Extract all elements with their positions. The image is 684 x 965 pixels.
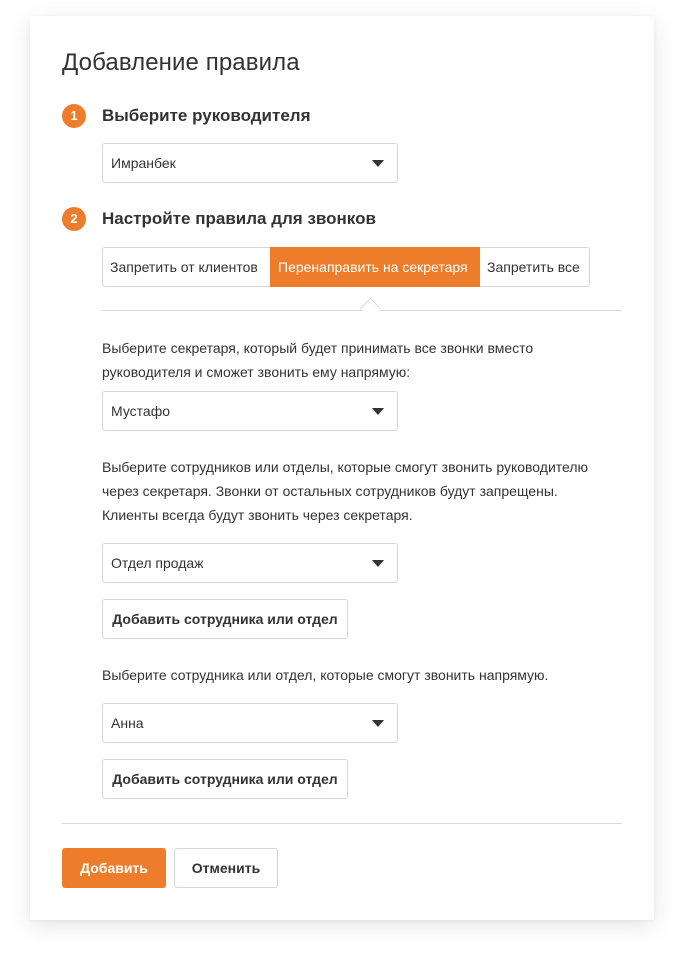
step-2-badge: 2: [62, 207, 86, 231]
page-title: Добавление правила: [62, 49, 300, 76]
add-via-secretary-button[interactable]: Добавить сотрудника или отдел: [102, 599, 348, 639]
add-direct-button[interactable]: Добавить сотрудника или отдел: [102, 759, 348, 799]
add-rule-dialog: Добавление правила 1 Выберите руководите…: [30, 16, 654, 920]
caret-down-icon: [372, 720, 384, 727]
caret-down-icon: [372, 560, 384, 567]
cancel-button[interactable]: Отменить: [174, 848, 278, 888]
direct-select[interactable]: Анна: [102, 703, 398, 743]
caret-down-icon: [372, 408, 384, 415]
tab-block-from-clients[interactable]: Запретить от клиентов: [102, 247, 270, 287]
via-secretary-select-value: Отдел продаж: [111, 555, 204, 571]
step-1-title: Выберите руководителя: [102, 106, 311, 125]
secretary-description: Выберите секретаря, который будет приним…: [102, 340, 534, 380]
tab-redirect-to-secretary[interactable]: Перенаправить на секретаря: [270, 247, 480, 287]
secretary-select[interactable]: Мустафо: [102, 391, 398, 431]
caret-down-icon: [372, 160, 384, 167]
secretary-select-value: Мустафо: [111, 403, 171, 419]
tab-block-all[interactable]: Запретить все: [480, 247, 590, 287]
call-rule-tabs: Запретить от клиентов Перенаправить на с…: [102, 247, 590, 287]
step-1-badge: 1: [62, 104, 86, 128]
manager-select[interactable]: Имранбек: [102, 143, 398, 183]
step-2-title: Настройте правила для звонков: [102, 209, 376, 228]
active-tab-pointer: [359, 297, 382, 320]
via-secretary-description: Выберите сотрудников или отделы, которые…: [102, 459, 589, 523]
submit-button[interactable]: Добавить: [62, 848, 166, 888]
direct-select-value: Анна: [111, 715, 144, 731]
manager-select-value: Имранбек: [111, 155, 176, 171]
via-secretary-select[interactable]: Отдел продаж: [102, 543, 398, 583]
footer-divider: [62, 823, 622, 824]
direct-description: Выберите сотрудника или отдел, которые с…: [102, 667, 549, 683]
